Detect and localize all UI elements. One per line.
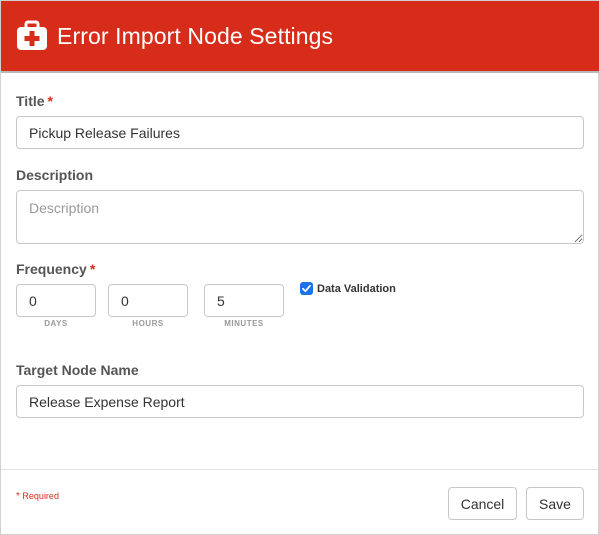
checkmark-icon: [302, 284, 311, 293]
frequency-label: Frequency: [16, 261, 87, 277]
title-label-row: Title *: [16, 93, 53, 109]
dialog-title: Error Import Node Settings: [57, 22, 334, 49]
title-input[interactable]: [16, 116, 584, 149]
data-validation-checkbox[interactable]: [300, 282, 313, 295]
target-node-label: Target Node Name: [16, 362, 139, 378]
required-note-asterisk: *: [16, 491, 20, 502]
description-textarea[interactable]: [16, 190, 584, 244]
target-node-input[interactable]: [16, 385, 584, 418]
days-caption: DAYS: [44, 319, 68, 328]
frequency-hours-input[interactable]: [108, 284, 188, 317]
hours-caption: HOURS: [132, 319, 164, 328]
frequency-label-row: Frequency *: [16, 261, 95, 277]
minutes-caption: MINUTES: [224, 319, 264, 328]
frequency-days-input[interactable]: [16, 284, 96, 317]
footer-divider: [1, 469, 599, 470]
cancel-button[interactable]: Cancel: [448, 487, 517, 520]
first-aid-kit-icon: [15, 19, 49, 53]
required-asterisk: *: [89, 261, 96, 277]
settings-dialog: Error Import Node Settings Title* Descri…: [0, 0, 599, 535]
frequency-minutes-input[interactable]: [204, 284, 284, 317]
data-validation-option[interactable]: Data Validation: [300, 282, 396, 295]
data-validation-label: Data Validation: [317, 282, 396, 295]
required-note: * Required: [16, 491, 59, 502]
description-label: Description: [16, 167, 94, 183]
required-asterisk: *: [47, 93, 53, 109]
save-button[interactable]: Save: [526, 487, 584, 520]
title-label: Title: [16, 93, 45, 109]
dialog-header: Error Import Node Settings: [1, 1, 599, 73]
required-note-text: Required: [22, 491, 59, 501]
